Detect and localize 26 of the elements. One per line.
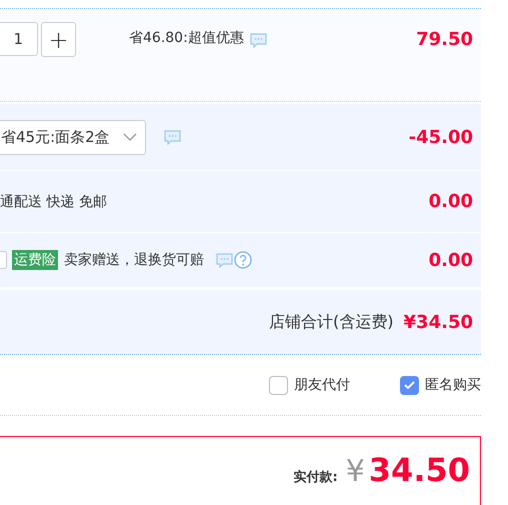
insurance-tag: 运费险 [12, 250, 58, 270]
insurance-text: 卖家赠送，退换货可赔 [64, 251, 204, 269]
shipping-text: 通配送 快递 免邮 [0, 192, 107, 210]
payment-amount: 34.50 [368, 451, 470, 489]
comment-icon[interactable] [216, 252, 233, 268]
option-label: 朋友代付 [294, 376, 350, 394]
shop-total-amount: ¥34.50 [404, 312, 473, 332]
insurance-amount: 0.00 [428, 250, 473, 270]
discount-dropdown[interactable]: 省45元:面条2盒 [0, 120, 146, 154]
payment-label: 实付款: [293, 468, 338, 486]
comment-icon[interactable] [250, 33, 267, 48]
chevron-icon [123, 132, 137, 142]
checkmark-icon [404, 381, 415, 389]
checkbox[interactable] [400, 376, 419, 394]
currency-symbol: ¥ [346, 454, 365, 489]
checkbox[interactable] [269, 376, 288, 394]
option-label: 匿名购买 [425, 376, 481, 394]
discount-amount: -45.00 [408, 126, 473, 148]
help-icon[interactable] [234, 251, 252, 269]
promo-text: 省46.80:超值优惠 [129, 29, 244, 47]
quantity-field[interactable]: 1 [0, 22, 38, 56]
comment-icon[interactable] [164, 130, 181, 144]
shop-total-label: 店铺合计(含运费) [269, 312, 394, 332]
shipping-amount: 0.00 [428, 191, 473, 212]
item-price: 79.50 [416, 29, 473, 50]
plus-button[interactable]: + [41, 22, 76, 57]
